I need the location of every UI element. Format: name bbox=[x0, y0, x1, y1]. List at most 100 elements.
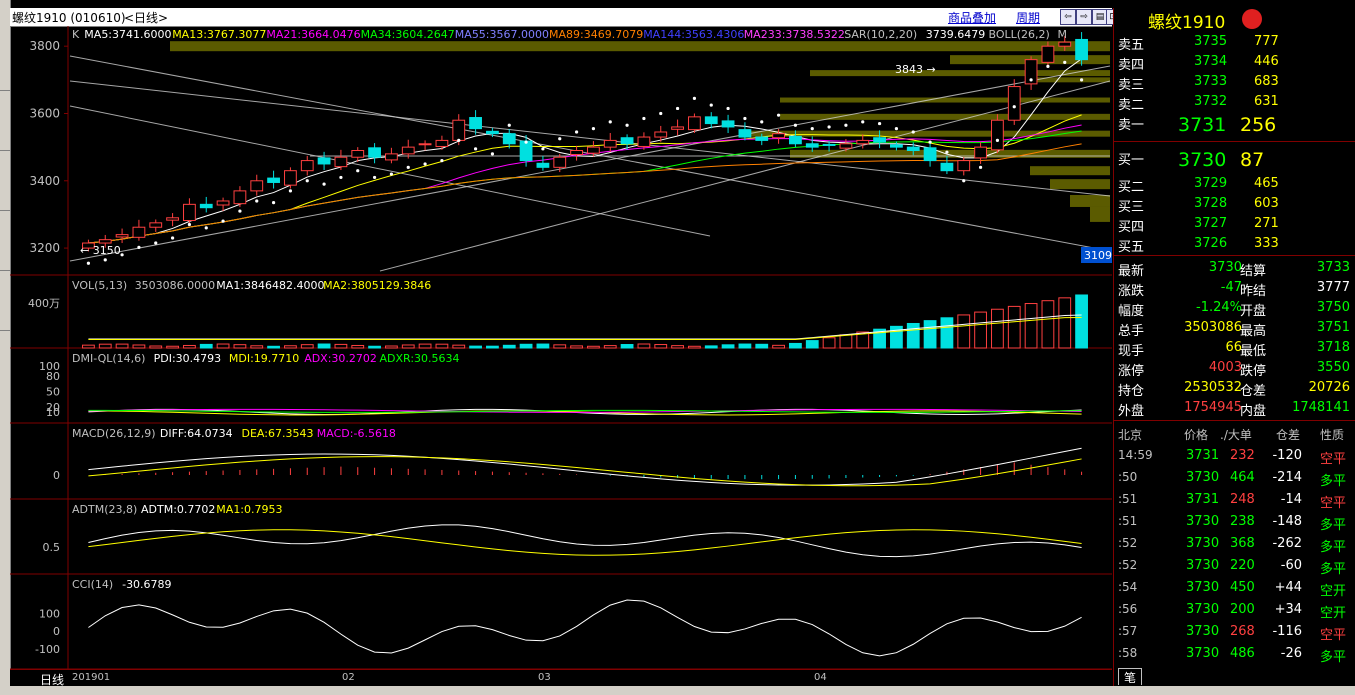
candle-body bbox=[772, 133, 785, 139]
sar-dot bbox=[928, 140, 932, 144]
stat-label: 总手 bbox=[1118, 324, 1145, 339]
tick-nature: 空平 bbox=[1320, 628, 1347, 643]
stat-label: 仓差 bbox=[1240, 384, 1267, 399]
candle-body bbox=[587, 146, 600, 154]
macd-indicator-0: MACD(26,12,9) bbox=[72, 427, 156, 440]
bid-label: 买三 bbox=[1118, 200, 1145, 215]
kline-chart[interactable]: 3800 3600 3400 3200 3843 → ← 3150 3109 K MA5:374… bbox=[10, 26, 1112, 669]
ask-row: 卖二 3732 631 bbox=[1114, 92, 1355, 113]
sar-dot bbox=[238, 209, 242, 213]
sar-dot bbox=[1079, 78, 1084, 82]
candle-body bbox=[957, 160, 971, 172]
volume-bar bbox=[923, 320, 937, 349]
dmi-indicator-4: ADXR:30.5634 bbox=[380, 352, 460, 365]
tick-oi-change: -214 bbox=[1272, 470, 1302, 485]
volume-bar bbox=[486, 345, 499, 349]
candle-body bbox=[317, 157, 331, 165]
volume-bar bbox=[351, 344, 365, 349]
volume-bar bbox=[805, 340, 819, 349]
candle-body bbox=[1041, 45, 1055, 63]
tick-row: :58 3730 486 -26 多平 bbox=[1114, 644, 1355, 666]
volume-bar bbox=[418, 343, 432, 349]
tick-price: 3730 bbox=[1186, 558, 1220, 573]
sar-dot bbox=[861, 120, 865, 124]
macd-panel bbox=[88, 447, 1083, 487]
nav-left-button[interactable]: ⇦ bbox=[1060, 9, 1076, 25]
main-indicator-3: MA21:3664.0476 bbox=[266, 28, 360, 41]
bid-row: 买三 3728 603 bbox=[1114, 194, 1355, 215]
sar-dot bbox=[423, 162, 427, 166]
volume-bar bbox=[654, 344, 668, 349]
candle-body bbox=[856, 139, 870, 145]
sar-dot bbox=[810, 127, 814, 131]
sar-dot bbox=[743, 116, 747, 121]
volume-bar bbox=[98, 343, 112, 349]
left-tab-2[interactable] bbox=[0, 100, 10, 151]
candle-body bbox=[132, 226, 146, 238]
stat-row: 涨停 4003 跌停 3550 bbox=[1114, 358, 1355, 379]
stat-value: 3751 bbox=[1316, 320, 1350, 335]
high-price-label: 3843 → bbox=[895, 63, 936, 76]
sar-dot bbox=[524, 140, 528, 144]
left-tab-3[interactable] bbox=[0, 160, 10, 211]
volume-profile-band bbox=[1050, 179, 1110, 190]
candle-body bbox=[704, 116, 718, 125]
adtm-panel bbox=[88, 524, 1082, 558]
candle-body bbox=[284, 170, 297, 186]
sar-dot bbox=[692, 96, 697, 100]
main-indicator-9: SAR(10,2,20) bbox=[844, 28, 917, 41]
tick-oi-change: -26 bbox=[1280, 646, 1302, 661]
candle-body bbox=[300, 160, 314, 172]
bid-volume: 603 bbox=[1254, 196, 1279, 211]
bid-label: 买四 bbox=[1118, 220, 1145, 235]
sar-dots bbox=[86, 60, 1084, 265]
nav-right-button[interactable]: ⇨ bbox=[1076, 9, 1092, 25]
tick-nature: 空平 bbox=[1320, 452, 1347, 467]
stat-row: 外盘 1754945 内盘 1748141 bbox=[1114, 398, 1355, 419]
tick-price: 3730 bbox=[1186, 536, 1220, 551]
cci-indicator-1: -30.6789 bbox=[122, 578, 171, 591]
main-indicator-7: MA144:3563.4306 bbox=[643, 28, 744, 41]
dmi-panel bbox=[88, 408, 1082, 416]
vol-indicator-2: MA1:3846482.4000 bbox=[216, 279, 324, 292]
volume-profile-band bbox=[170, 41, 1110, 52]
main-indicator-12: M bbox=[1058, 28, 1068, 41]
candle-body bbox=[267, 177, 280, 183]
bid-volume: 465 bbox=[1254, 176, 1279, 191]
sar-dot bbox=[473, 147, 478, 151]
sar-dot bbox=[659, 111, 663, 116]
sar-dot bbox=[709, 103, 713, 107]
macd-indicator-2: DEA:67.3543 bbox=[242, 427, 314, 440]
stat-label: 涨跌 bbox=[1118, 284, 1145, 299]
tick-volume: 464 bbox=[1230, 470, 1255, 485]
overlay-commodity-link[interactable]: 商品叠加 bbox=[948, 9, 996, 26]
main-indicator-10: 3739.6479 bbox=[926, 28, 986, 41]
tick-price: 3730 bbox=[1186, 602, 1220, 617]
adtm-indicator-1: ADTM:0.7702 bbox=[141, 503, 215, 516]
left-tab-4[interactable] bbox=[0, 220, 10, 271]
candle-body bbox=[452, 119, 466, 141]
tick-volume: 200 bbox=[1230, 602, 1255, 617]
candle-body bbox=[721, 120, 735, 128]
tick-tab[interactable]: 笔 bbox=[1118, 668, 1142, 685]
volume-bar bbox=[637, 343, 651, 349]
sar-dot bbox=[760, 120, 764, 124]
main-indicator-0: K bbox=[72, 28, 80, 41]
volume-bar bbox=[721, 344, 735, 349]
stat-value: 3750 bbox=[1316, 300, 1350, 315]
stat-label: 涨停 bbox=[1118, 364, 1145, 379]
bid-label: 买五 bbox=[1118, 240, 1145, 255]
left-tab-5[interactable] bbox=[0, 280, 10, 331]
sar-dot bbox=[877, 121, 882, 126]
period-link[interactable]: 周期 bbox=[1016, 9, 1040, 26]
x-axis-bar: 日线 201901 02 03 04 bbox=[10, 669, 1112, 687]
ask-label: 卖四 bbox=[1118, 58, 1145, 73]
tick-nature: 空开 bbox=[1320, 606, 1347, 621]
sar-dot bbox=[154, 241, 158, 245]
sar-dot bbox=[221, 219, 225, 223]
volume-bar bbox=[1075, 294, 1088, 349]
sar-dot bbox=[389, 172, 394, 176]
stat-label: 开盘 bbox=[1240, 304, 1267, 319]
candle-body bbox=[991, 119, 1004, 151]
left-tab-1[interactable] bbox=[0, 40, 10, 91]
